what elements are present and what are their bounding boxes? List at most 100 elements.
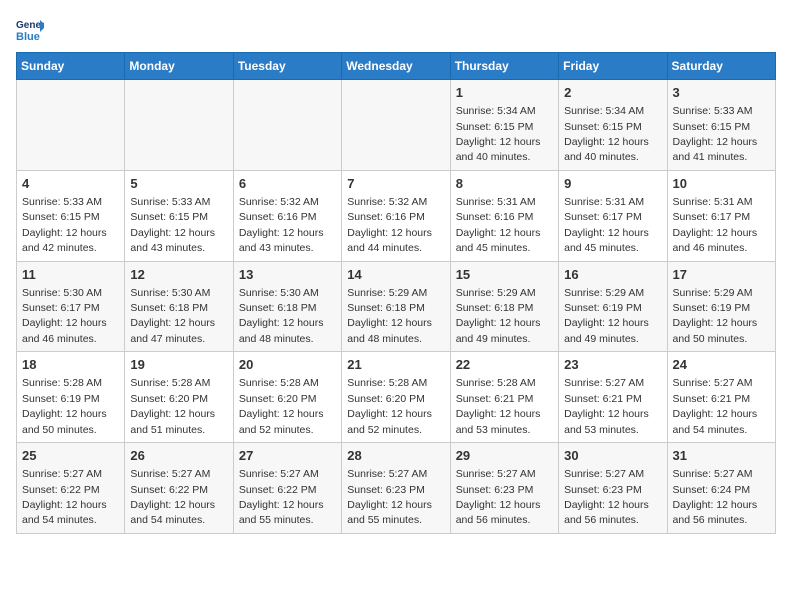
calendar-cell	[17, 80, 125, 171]
day-info: Sunrise: 5:31 AM Sunset: 6:17 PM Dayligh…	[673, 196, 758, 254]
day-info: Sunrise: 5:28 AM Sunset: 6:20 PM Dayligh…	[347, 377, 432, 435]
day-info: Sunrise: 5:34 AM Sunset: 6:15 PM Dayligh…	[456, 105, 541, 163]
day-info: Sunrise: 5:27 AM Sunset: 6:24 PM Dayligh…	[673, 468, 758, 526]
calendar-week-row: 11Sunrise: 5:30 AM Sunset: 6:17 PM Dayli…	[17, 261, 776, 352]
day-number: 28	[347, 447, 444, 465]
calendar-table: SundayMondayTuesdayWednesdayThursdayFrid…	[16, 52, 776, 534]
weekday-header-wednesday: Wednesday	[342, 53, 450, 80]
calendar-cell: 13 Sunrise: 5:30 AM Sunset: 6:18 PM Dayli…	[233, 261, 341, 352]
weekday-header-row: SundayMondayTuesdayWednesdayThursdayFrid…	[17, 53, 776, 80]
calendar-cell: 9 Sunrise: 5:31 AM Sunset: 6:17 PM Daylig…	[559, 170, 667, 261]
day-info: Sunrise: 5:27 AM Sunset: 6:21 PM Dayligh…	[673, 377, 758, 435]
calendar-cell: 16 Sunrise: 5:29 AM Sunset: 6:19 PM Dayli…	[559, 261, 667, 352]
svg-text:Blue: Blue	[16, 31, 40, 43]
calendar-cell: 20 Sunrise: 5:28 AM Sunset: 6:20 PM Dayli…	[233, 352, 341, 443]
day-info: Sunrise: 5:28 AM Sunset: 6:21 PM Dayligh…	[456, 377, 541, 435]
day-number: 21	[347, 356, 444, 374]
day-number: 8	[456, 175, 553, 193]
day-number: 30	[564, 447, 661, 465]
day-number: 10	[673, 175, 770, 193]
day-number: 13	[239, 266, 336, 284]
day-info: Sunrise: 5:32 AM Sunset: 6:16 PM Dayligh…	[347, 196, 432, 254]
day-info: Sunrise: 5:29 AM Sunset: 6:18 PM Dayligh…	[347, 287, 432, 345]
day-info: Sunrise: 5:28 AM Sunset: 6:19 PM Dayligh…	[22, 377, 107, 435]
calendar-cell: 18 Sunrise: 5:28 AM Sunset: 6:19 PM Dayli…	[17, 352, 125, 443]
day-info: Sunrise: 5:28 AM Sunset: 6:20 PM Dayligh…	[239, 377, 324, 435]
day-info: Sunrise: 5:30 AM Sunset: 6:18 PM Dayligh…	[239, 287, 324, 345]
day-number: 27	[239, 447, 336, 465]
day-number: 9	[564, 175, 661, 193]
calendar-cell: 26 Sunrise: 5:27 AM Sunset: 6:22 PM Dayli…	[125, 443, 233, 534]
logo: General Blue	[16, 16, 44, 44]
calendar-cell: 22 Sunrise: 5:28 AM Sunset: 6:21 PM Dayli…	[450, 352, 558, 443]
calendar-cell: 30 Sunrise: 5:27 AM Sunset: 6:23 PM Dayli…	[559, 443, 667, 534]
day-info: Sunrise: 5:28 AM Sunset: 6:20 PM Dayligh…	[130, 377, 215, 435]
page-header: General Blue	[16, 16, 776, 44]
calendar-cell: 25 Sunrise: 5:27 AM Sunset: 6:22 PM Dayli…	[17, 443, 125, 534]
day-number: 22	[456, 356, 553, 374]
calendar-cell: 3 Sunrise: 5:33 AM Sunset: 6:15 PM Daylig…	[667, 80, 775, 171]
weekday-header-tuesday: Tuesday	[233, 53, 341, 80]
calendar-cell: 12 Sunrise: 5:30 AM Sunset: 6:18 PM Dayli…	[125, 261, 233, 352]
day-number: 19	[130, 356, 227, 374]
day-info: Sunrise: 5:32 AM Sunset: 6:16 PM Dayligh…	[239, 196, 324, 254]
calendar-cell: 8 Sunrise: 5:31 AM Sunset: 6:16 PM Daylig…	[450, 170, 558, 261]
calendar-cell: 29Sunrise: 5:27 AM Sunset: 6:23 PM Dayli…	[450, 443, 558, 534]
day-number: 23	[564, 356, 661, 374]
calendar-cell: 2Sunrise: 5:34 AM Sunset: 6:15 PM Daylig…	[559, 80, 667, 171]
weekday-header-sunday: Sunday	[17, 53, 125, 80]
calendar-cell: 1Sunrise: 5:34 AM Sunset: 6:15 PM Daylig…	[450, 80, 558, 171]
day-info: Sunrise: 5:29 AM Sunset: 6:19 PM Dayligh…	[564, 287, 649, 345]
day-info: Sunrise: 5:29 AM Sunset: 6:19 PM Dayligh…	[673, 287, 758, 345]
calendar-cell: 28Sunrise: 5:27 AM Sunset: 6:23 PM Dayli…	[342, 443, 450, 534]
calendar-cell: 7 Sunrise: 5:32 AM Sunset: 6:16 PM Daylig…	[342, 170, 450, 261]
day-info: Sunrise: 5:29 AM Sunset: 6:18 PM Dayligh…	[456, 287, 541, 345]
day-info: Sunrise: 5:33 AM Sunset: 6:15 PM Dayligh…	[22, 196, 107, 254]
calendar-cell: 17Sunrise: 5:29 AM Sunset: 6:19 PM Dayli…	[667, 261, 775, 352]
day-info: Sunrise: 5:31 AM Sunset: 6:16 PM Dayligh…	[456, 196, 541, 254]
day-number: 14	[347, 266, 444, 284]
day-info: Sunrise: 5:27 AM Sunset: 6:21 PM Dayligh…	[564, 377, 649, 435]
day-info: Sunrise: 5:33 AM Sunset: 6:15 PM Dayligh…	[673, 105, 758, 163]
calendar-cell	[342, 80, 450, 171]
day-number: 5	[130, 175, 227, 193]
day-number: 29	[456, 447, 553, 465]
calendar-cell: 6 Sunrise: 5:32 AM Sunset: 6:16 PM Daylig…	[233, 170, 341, 261]
day-number: 3	[673, 84, 770, 102]
day-number: 6	[239, 175, 336, 193]
weekday-header-friday: Friday	[559, 53, 667, 80]
day-info: Sunrise: 5:27 AM Sunset: 6:22 PM Dayligh…	[130, 468, 215, 526]
calendar-cell	[125, 80, 233, 171]
calendar-week-row: 25 Sunrise: 5:27 AM Sunset: 6:22 PM Dayli…	[17, 443, 776, 534]
day-number: 31	[673, 447, 770, 465]
day-number: 4	[22, 175, 119, 193]
calendar-cell: 19 Sunrise: 5:28 AM Sunset: 6:20 PM Dayli…	[125, 352, 233, 443]
day-number: 20	[239, 356, 336, 374]
calendar-cell: 24Sunrise: 5:27 AM Sunset: 6:21 PM Dayli…	[667, 352, 775, 443]
day-info: Sunrise: 5:27 AM Sunset: 6:22 PM Dayligh…	[22, 468, 107, 526]
day-number: 12	[130, 266, 227, 284]
calendar-cell: 10 Sunrise: 5:31 AM Sunset: 6:17 PM Dayli…	[667, 170, 775, 261]
svg-text:General: General	[16, 20, 44, 31]
day-info: Sunrise: 5:27 AM Sunset: 6:23 PM Dayligh…	[564, 468, 649, 526]
calendar-cell: 11Sunrise: 5:30 AM Sunset: 6:17 PM Dayli…	[17, 261, 125, 352]
day-number: 15	[456, 266, 553, 284]
calendar-cell: 31 Sunrise: 5:27 AM Sunset: 6:24 PM Dayli…	[667, 443, 775, 534]
calendar-week-row: 1Sunrise: 5:34 AM Sunset: 6:15 PM Daylig…	[17, 80, 776, 171]
day-info: Sunrise: 5:30 AM Sunset: 6:17 PM Dayligh…	[22, 287, 107, 345]
day-info: Sunrise: 5:27 AM Sunset: 6:22 PM Dayligh…	[239, 468, 324, 526]
day-info: Sunrise: 5:31 AM Sunset: 6:17 PM Dayligh…	[564, 196, 649, 254]
weekday-header-monday: Monday	[125, 53, 233, 80]
calendar-cell: 21 Sunrise: 5:28 AM Sunset: 6:20 PM Dayli…	[342, 352, 450, 443]
day-info: Sunrise: 5:33 AM Sunset: 6:15 PM Dayligh…	[130, 196, 215, 254]
calendar-cell: 4 Sunrise: 5:33 AM Sunset: 6:15 PM Daylig…	[17, 170, 125, 261]
day-info: Sunrise: 5:30 AM Sunset: 6:18 PM Dayligh…	[130, 287, 215, 345]
calendar-cell: 15 Sunrise: 5:29 AM Sunset: 6:18 PM Dayli…	[450, 261, 558, 352]
day-number: 18	[22, 356, 119, 374]
day-number: 7	[347, 175, 444, 193]
calendar-cell: 14 Sunrise: 5:29 AM Sunset: 6:18 PM Dayli…	[342, 261, 450, 352]
day-number: 25	[22, 447, 119, 465]
logo-icon: General Blue	[16, 16, 44, 44]
day-number: 26	[130, 447, 227, 465]
day-number: 16	[564, 266, 661, 284]
